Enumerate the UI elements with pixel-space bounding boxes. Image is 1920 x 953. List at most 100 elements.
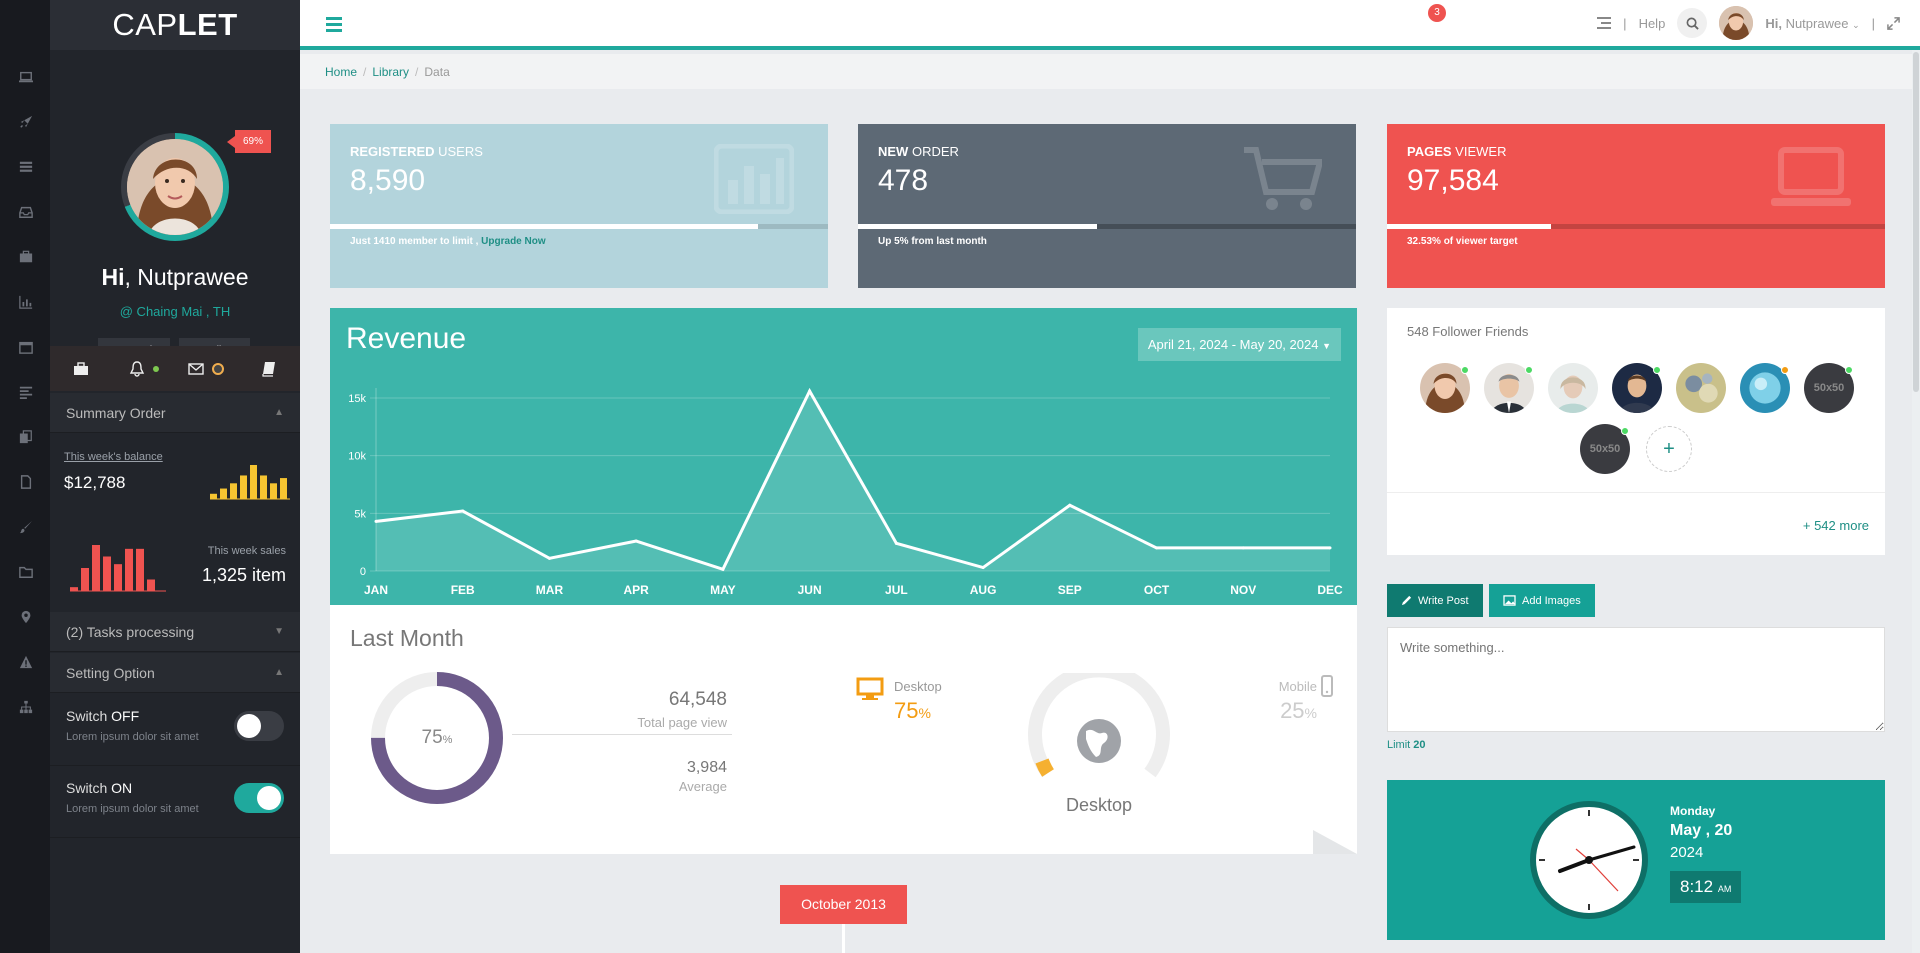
folder-icon[interactable]	[19, 565, 33, 579]
revenue-point	[1068, 503, 1072, 507]
chevron-up-icon: ▲	[274, 667, 284, 678]
profile-greeting: Hi, Nutprawee	[101, 264, 249, 290]
scrollbar-thumb[interactable]	[1913, 52, 1919, 392]
revenue-point	[461, 509, 465, 513]
more-followers-link[interactable]: + 542 more	[1803, 518, 1869, 533]
warning-icon[interactable]	[19, 655, 33, 669]
avatar[interactable]	[127, 139, 223, 235]
add-images-button[interactable]: Add Images	[1489, 584, 1595, 617]
tasks-title: (2) Tasks processing	[66, 623, 195, 640]
briefcase-icon[interactable]	[19, 250, 33, 264]
summary-order-header[interactable]: Summary Order ▲	[50, 393, 300, 433]
list-icon[interactable]	[19, 160, 33, 174]
switch-on-state: ON	[111, 780, 133, 796]
page-fold	[1313, 830, 1357, 854]
balance-sparkbar	[210, 465, 290, 500]
desktop-gauge	[1028, 673, 1170, 778]
divider: |	[1871, 15, 1875, 31]
analog-clock	[1530, 801, 1648, 919]
week-sales-block: This week sales 1,325 item	[202, 545, 286, 586]
expand-icon[interactable]	[1887, 16, 1900, 30]
breadcrumb-library[interactable]: Library	[372, 65, 409, 79]
revenue-title: Revenue	[346, 322, 467, 355]
brand-light: CAP	[112, 7, 178, 42]
toggle-knob	[257, 786, 281, 810]
inbox-icon[interactable]	[19, 205, 33, 219]
setting-option-header[interactable]: Setting Option ▲	[50, 653, 300, 693]
switch-off-toggle[interactable]	[234, 711, 284, 741]
x-tick-label: APR	[624, 583, 650, 597]
sales-sparkbar	[70, 545, 166, 592]
bar-chart-icon[interactable]	[19, 295, 33, 309]
percent-sign: %	[1304, 705, 1317, 721]
last-month-title: Last Month	[350, 625, 464, 651]
friend-avatar[interactable]	[1548, 363, 1598, 413]
bell-icon	[129, 360, 144, 377]
spark-bar	[260, 475, 267, 499]
friend-avatar[interactable]	[1676, 363, 1726, 413]
tasks-header[interactable]: (2) Tasks processing ▼	[50, 612, 300, 652]
x-tick-label: JUL	[885, 583, 908, 597]
file-icon[interactable]	[19, 475, 33, 489]
user-avatar[interactable]	[1719, 6, 1754, 40]
online-indicator	[1621, 427, 1629, 435]
laptop-icon[interactable]	[19, 70, 33, 84]
spark-bar	[136, 548, 144, 591]
menu-toggle-button[interactable]	[326, 17, 342, 35]
y-tick-label: 5k	[354, 508, 366, 520]
summary-order-title: Summary Order	[66, 404, 166, 421]
write-post-button[interactable]: Write Post	[1387, 584, 1483, 617]
status-dot	[212, 362, 225, 375]
x-tick-label: DEC	[1317, 583, 1343, 597]
percent-sign: %	[918, 705, 931, 721]
percent-sign: %	[442, 734, 453, 746]
post-textarea[interactable]	[1387, 627, 1885, 732]
tile-value: 8,590	[350, 164, 426, 197]
desktop-share-number: 75	[894, 698, 919, 723]
online-indicator	[1845, 366, 1853, 374]
breadcrumb-home[interactable]: Home	[325, 65, 357, 79]
align-icon[interactable]	[19, 385, 33, 399]
mobile-share: Mobile 25%	[1279, 679, 1317, 724]
revenue-point	[634, 539, 638, 543]
brush-icon[interactable]	[19, 520, 33, 534]
book-button[interactable]	[238, 361, 301, 377]
x-tick-label: MAR	[536, 583, 564, 597]
align-right-icon[interactable]	[1597, 17, 1612, 29]
desktop-share: Desktop 75%	[894, 679, 942, 724]
notifications-button[interactable]	[113, 360, 176, 377]
switch-on-toggle[interactable]	[234, 783, 284, 813]
tile-title-bold: NEW	[878, 144, 909, 159]
search-button[interactable]	[1677, 8, 1708, 38]
mobile-icon	[1321, 675, 1333, 697]
mobile-share-value: 25%	[1279, 698, 1317, 724]
revenue-chart: 0 5k 10k 15k JAN FEB MAR APR MAY JUN JUL AUG SEP OCT N…	[348, 387, 1343, 597]
date-range-picker[interactable]: April 21, 2024 - May 20, 2024 ▼	[1137, 328, 1341, 361]
x-tick-label: JAN	[364, 583, 388, 597]
spark-bar	[92, 545, 100, 591]
online-dot	[152, 365, 159, 372]
briefcase-button[interactable]	[50, 361, 113, 377]
sitemap-icon[interactable]	[19, 700, 33, 714]
clock-time: 8:12 AM	[1670, 871, 1742, 903]
brand-logo[interactable]: CAP LET	[50, 0, 300, 50]
tile-value: 478	[878, 164, 929, 197]
calendar-icon[interactable]	[19, 340, 33, 354]
messages-button[interactable]	[175, 361, 238, 377]
registered-users-tile: REGISTERED USERS 8,590 Just 1410 member …	[330, 124, 828, 288]
x-tick-label: SEP	[1058, 583, 1082, 597]
copy-icon[interactable]	[19, 430, 33, 444]
total-views-block: 64,548 Total page view	[637, 689, 727, 730]
timeline-month-badge[interactable]: October 2013	[780, 885, 907, 924]
help-link[interactable]: Help	[1639, 16, 1666, 31]
upgrade-now-link[interactable]: Upgrade Now	[481, 236, 545, 247]
greeting-word: Hi	[101, 264, 125, 290]
user-greeting[interactable]: Hi, Nutprawee ⌄	[1765, 16, 1859, 31]
chevron-down-icon: ▼	[274, 626, 284, 637]
switch-off-text: Switch	[66, 708, 108, 724]
map-marker-icon[interactable]	[19, 610, 33, 624]
rocket-icon[interactable]	[19, 115, 33, 129]
tile-progress	[1387, 224, 1885, 229]
add-friend-button[interactable]: +	[1646, 426, 1692, 472]
clock-date: May , 20	[1670, 822, 1733, 839]
